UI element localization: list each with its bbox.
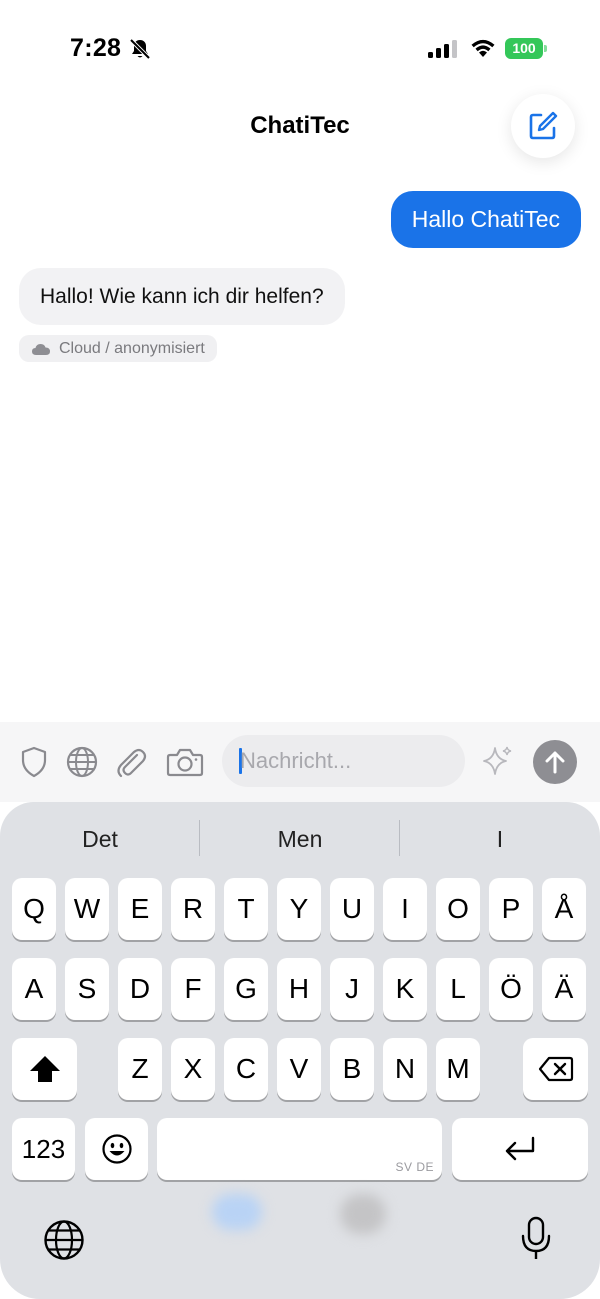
key-v[interactable]: V — [277, 1038, 321, 1100]
key-t[interactable]: T — [224, 878, 268, 940]
emoji-key[interactable] — [85, 1118, 148, 1180]
key-l[interactable]: L — [436, 958, 480, 1020]
return-key[interactable] — [452, 1118, 588, 1180]
numbers-key[interactable]: 123 — [12, 1118, 75, 1180]
keyboard-switch-button[interactable] — [40, 1216, 88, 1264]
source-tag-label: Cloud / anonymisiert — [59, 340, 205, 357]
key-a-ring[interactable]: Å — [542, 878, 586, 940]
key-o[interactable]: O — [436, 878, 480, 940]
blurred-backdrop — [340, 1194, 386, 1234]
key-a[interactable]: A — [12, 958, 56, 1020]
key-q[interactable]: Q — [12, 878, 56, 940]
key-z[interactable]: Z — [118, 1038, 162, 1100]
keyboard: Det Men I Q W E R T Y U I O P Å A S D F … — [0, 802, 600, 1299]
send-button[interactable] — [533, 740, 577, 784]
camera-icon — [166, 748, 204, 777]
shield-icon — [21, 746, 47, 778]
key-u[interactable]: U — [330, 878, 374, 940]
space-key[interactable]: SV DE — [157, 1118, 442, 1180]
signal-icon — [428, 40, 457, 58]
suggestion-3[interactable]: I — [400, 820, 600, 858]
key-n[interactable]: N — [383, 1038, 427, 1100]
key-w[interactable]: W — [65, 878, 109, 940]
dictation-button[interactable] — [514, 1214, 558, 1264]
key-h[interactable]: H — [277, 958, 321, 1020]
wifi-icon — [471, 39, 495, 57]
paperclip-icon — [117, 748, 147, 778]
shift-key[interactable] — [12, 1038, 77, 1100]
key-c[interactable]: C — [224, 1038, 268, 1100]
key-g[interactable]: G — [224, 958, 268, 1020]
battery-level: 100 — [505, 38, 543, 59]
send-arrow-icon — [545, 751, 565, 774]
compose-icon — [529, 111, 558, 140]
emoji-icon — [101, 1134, 132, 1164]
key-r[interactable]: R — [171, 878, 215, 940]
key-f[interactable]: F — [171, 958, 215, 1020]
battery-nub — [544, 45, 547, 52]
bell-slash-icon — [129, 38, 151, 60]
assistant-message-bubble: Hallo! Wie kann ich dir helfen? — [19, 268, 345, 325]
key-i[interactable]: I — [383, 878, 427, 940]
compose-button[interactable] — [511, 94, 575, 158]
key-x[interactable]: X — [171, 1038, 215, 1100]
message-source-tag: Cloud / anonymisiert — [19, 335, 217, 362]
web-search-button[interactable] — [64, 744, 100, 780]
user-message-bubble: Hallo ChatiTec — [390, 191, 581, 248]
message-input-placeholder: Nachricht... — [240, 748, 352, 773]
camera-button[interactable] — [165, 744, 205, 780]
shield-button[interactable] — [16, 744, 52, 780]
microphone-icon — [521, 1216, 551, 1259]
key-b[interactable]: B — [330, 1038, 374, 1100]
key-y[interactable]: Y — [277, 878, 321, 940]
key-k[interactable]: K — [383, 958, 427, 1020]
page-title: ChatiTec — [250, 112, 350, 139]
key-m[interactable]: M — [436, 1038, 480, 1100]
shift-icon — [29, 1056, 60, 1082]
backspace-key[interactable] — [523, 1038, 588, 1100]
backspace-icon — [538, 1056, 573, 1082]
status-bar: 7:28 100 — [0, 0, 600, 96]
attach-button[interactable] — [113, 744, 149, 780]
key-e[interactable]: E — [118, 878, 162, 940]
key-d[interactable]: D — [118, 958, 162, 1020]
cloud-icon — [32, 343, 50, 355]
status-time: 7:28 — [70, 34, 122, 62]
globe-icon — [44, 1220, 84, 1260]
return-icon — [505, 1136, 535, 1161]
suggestion-2[interactable]: Men — [200, 820, 400, 858]
key-o-umlaut[interactable]: Ö — [489, 958, 533, 1020]
key-j[interactable]: J — [330, 958, 374, 1020]
key-p[interactable]: P — [489, 878, 533, 940]
sparkle-icon[interactable] — [480, 744, 514, 778]
globe-icon — [66, 746, 98, 778]
blurred-backdrop — [212, 1194, 262, 1230]
message-input[interactable]: Nachricht... — [222, 735, 465, 787]
key-s[interactable]: S — [65, 958, 109, 1020]
key-a-umlaut[interactable]: Ä — [542, 958, 586, 1020]
suggestion-1[interactable]: Det — [0, 820, 200, 858]
battery-icon: 100 — [505, 38, 548, 59]
keyboard-language-label: SV DE — [395, 1160, 434, 1174]
